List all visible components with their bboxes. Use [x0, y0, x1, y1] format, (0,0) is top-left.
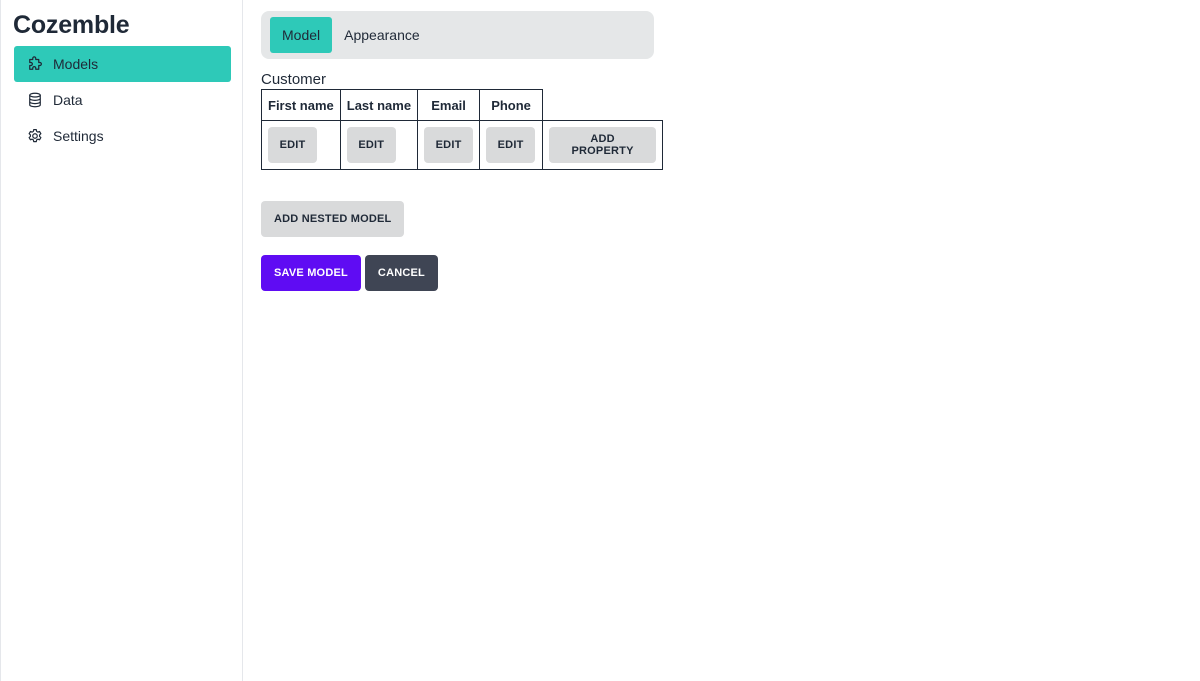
table-cell: EDIT [417, 120, 481, 170]
database-icon [26, 91, 44, 109]
sidebar-item-label: Models [53, 56, 99, 72]
model-name: Customer [261, 71, 327, 88]
sidebar-item-data[interactable]: Data [14, 82, 231, 118]
edit-email-button[interactable]: EDIT [424, 127, 474, 163]
edit-phone-button[interactable]: EDIT [486, 127, 536, 163]
add-property-button[interactable]: ADD PROPERTY [549, 127, 657, 163]
sidebar-item-label: Settings [53, 128, 104, 144]
edit-first-name-button[interactable]: EDIT [268, 127, 317, 163]
save-model-button[interactable]: SAVE MODEL [261, 255, 361, 291]
gear-icon [26, 127, 44, 145]
app-window: Cozemble Models Data Settings Model Appe… [0, 0, 1200, 681]
table-cell: EDIT [261, 120, 341, 170]
add-nested-model-button[interactable]: ADD NESTED MODEL [261, 201, 405, 237]
edit-last-name-button[interactable]: EDIT [346, 127, 396, 163]
tab-appearance[interactable]: Appearance [332, 17, 432, 53]
cancel-button[interactable]: CANCEL [364, 255, 438, 291]
table-cell: EDIT [339, 120, 419, 170]
property-table: First name Last name Email Phone EDIT ED… [261, 89, 664, 170]
form-actions: SAVE MODEL CANCEL [261, 255, 1161, 291]
main-content: Model Appearance Customer First name Las… [261, 11, 1161, 291]
sidebar-item-settings[interactable]: Settings [14, 118, 231, 154]
app-brand: Cozemble [13, 11, 130, 39]
nested-model-row: ADD NESTED MODEL [261, 201, 1161, 237]
sidebar-item-label: Data [53, 92, 83, 108]
column-header-first-name[interactable]: First name [261, 89, 341, 121]
sidebar: Cozemble Models Data Settings [0, 0, 243, 681]
table-cell: ADD PROPERTY [542, 120, 664, 170]
sidebar-item-models[interactable]: Models [14, 46, 231, 82]
header-spacer [542, 89, 663, 121]
table-cell: EDIT [479, 120, 544, 170]
sidebar-nav: Models Data Settings [14, 46, 231, 154]
tab-bar: Model Appearance [261, 11, 654, 59]
puzzle-icon [26, 55, 44, 73]
property-header-row: First name Last name Email Phone [261, 89, 663, 121]
column-header-last-name[interactable]: Last name [339, 89, 419, 121]
column-header-email[interactable]: Email [417, 89, 481, 121]
property-actions-row: EDIT EDIT EDIT EDIT ADD PROPERTY [261, 120, 664, 170]
column-header-phone[interactable]: Phone [479, 89, 544, 121]
tab-model[interactable]: Model [270, 17, 333, 53]
